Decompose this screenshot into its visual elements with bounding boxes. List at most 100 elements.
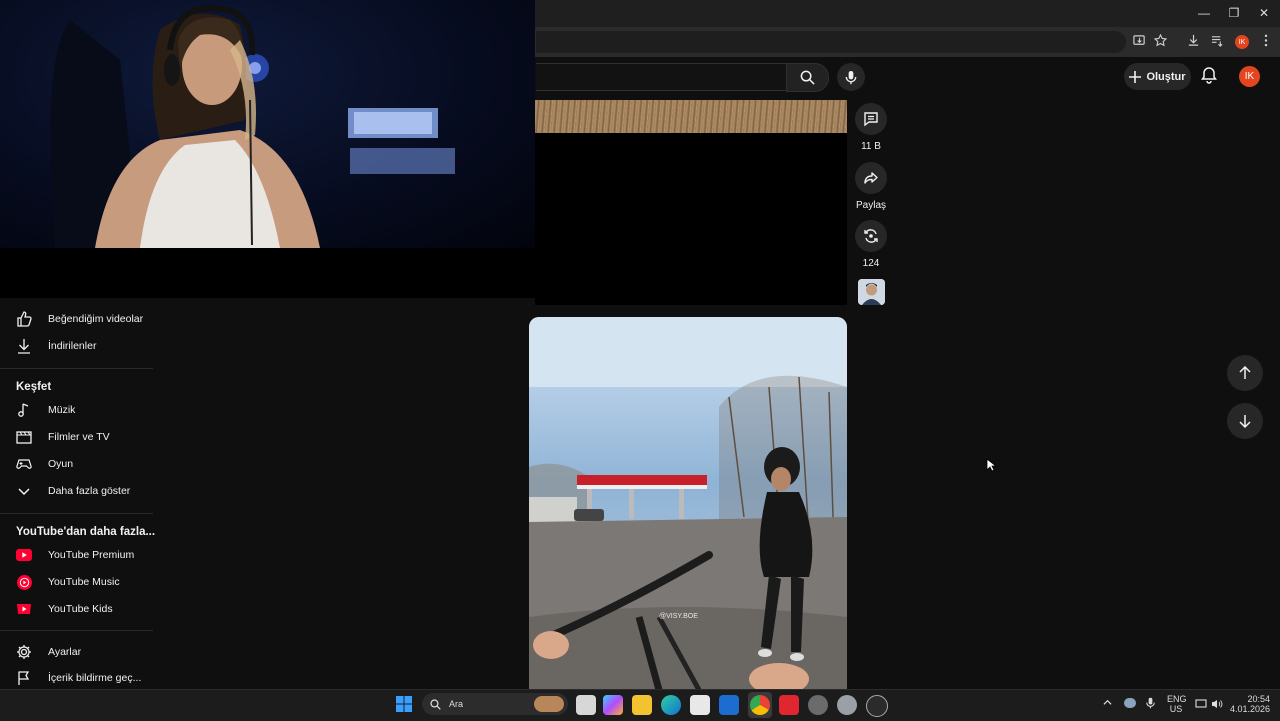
thumb-up-icon bbox=[16, 311, 32, 327]
app-lightbulb-icon[interactable] bbox=[866, 695, 888, 717]
sidebar-item-youtube-kids[interactable]: YouTube Kids bbox=[0, 596, 153, 622]
comment-icon bbox=[864, 112, 878, 127]
short-video-previous[interactable] bbox=[535, 100, 847, 305]
close-button[interactable]: ✕ bbox=[1252, 4, 1276, 22]
share-button[interactable] bbox=[855, 162, 887, 194]
install-app-icon[interactable] bbox=[1131, 34, 1147, 50]
microsoft-store-icon[interactable] bbox=[690, 695, 710, 715]
sidebar-item-label: Müzik bbox=[48, 404, 76, 416]
sidebar-item-label: Filmler ve TV bbox=[48, 431, 110, 443]
settings-gear-taskbar-icon[interactable] bbox=[837, 695, 857, 715]
browser-profile-avatar[interactable]: IK bbox=[1235, 35, 1249, 49]
clock-date: 4.01.2026 bbox=[1230, 704, 1271, 714]
sidebar-item-report-history[interactable]: İçerik bildirme geç... bbox=[0, 665, 153, 691]
previous-short-button[interactable] bbox=[1227, 355, 1263, 391]
mail-icon[interactable] bbox=[719, 695, 739, 715]
sidebar-section-more-title: YouTube'dan daha fazla... bbox=[16, 526, 156, 538]
download-icon bbox=[16, 338, 32, 354]
short-video-frame bbox=[529, 317, 847, 690]
taskbar-clock[interactable]: 20:54 4.01.2026 bbox=[1230, 694, 1270, 714]
sidebar-item-label: Daha fazla göster bbox=[48, 485, 131, 497]
sidebar-item-youtube-premium[interactable]: YouTube Premium bbox=[0, 542, 153, 568]
webcam-feed-image bbox=[50, 4, 455, 248]
copilot-icon[interactable] bbox=[603, 695, 623, 715]
app-gray-icon[interactable] bbox=[808, 695, 828, 715]
search-icon bbox=[430, 698, 441, 710]
sidebar-item-label: Beğendiğim videolar bbox=[48, 313, 144, 325]
youtube-kids-icon bbox=[16, 601, 32, 617]
sidebar-item-label: Oyun bbox=[48, 458, 74, 470]
remix-icon bbox=[864, 229, 878, 243]
onedrive-icon[interactable] bbox=[1124, 698, 1136, 708]
short-video-current[interactable]: @VISY.BOE bbox=[529, 317, 847, 690]
app-red-icon[interactable] bbox=[779, 695, 799, 715]
chevron-down-icon bbox=[16, 483, 32, 499]
taskbar-search[interactable]: Ara bbox=[422, 693, 568, 715]
edge-icon[interactable] bbox=[661, 695, 681, 715]
flag-icon bbox=[16, 670, 32, 686]
sidebar-item-gaming[interactable]: Oyun bbox=[0, 451, 153, 477]
webcam-overlay-bottom bbox=[0, 248, 535, 298]
comments-button[interactable] bbox=[855, 103, 887, 135]
sidebar-divider bbox=[0, 513, 153, 514]
address-bar[interactable] bbox=[536, 31, 1126, 53]
search-input[interactable] bbox=[536, 63, 787, 91]
mouse-cursor-icon bbox=[986, 458, 998, 475]
share-label: Paylaş bbox=[855, 200, 886, 211]
gamepad-icon bbox=[16, 456, 32, 472]
sidebar-section-explore-title: Keşfet bbox=[16, 381, 52, 393]
music-note-icon bbox=[16, 402, 32, 418]
create-button[interactable]: Oluştur bbox=[1124, 63, 1191, 90]
sidebar-item-liked-videos[interactable]: Beğendiğim videolar bbox=[0, 306, 153, 332]
microphone-icon bbox=[845, 70, 857, 84]
language-indicator[interactable]: ENG US bbox=[1167, 694, 1187, 714]
sidebar-item-label: YouTube Music bbox=[48, 576, 120, 588]
sidebar-item-music[interactable]: Müzik bbox=[0, 397, 153, 423]
create-button-label: Oluştur bbox=[1146, 70, 1186, 83]
microphone-tray-icon[interactable] bbox=[1146, 697, 1155, 712]
arrow-down-icon bbox=[1239, 415, 1251, 428]
bookmark-star-icon[interactable] bbox=[1152, 33, 1168, 50]
share-icon bbox=[864, 172, 878, 184]
network-icon[interactable] bbox=[1195, 698, 1207, 712]
search-button[interactable] bbox=[786, 63, 829, 92]
minimize-button[interactable]: — bbox=[1192, 4, 1216, 22]
share-action[interactable]: Paylaş bbox=[855, 162, 887, 211]
youtube-premium-icon bbox=[16, 547, 32, 563]
sidebar-item-label: YouTube Premium bbox=[48, 549, 135, 561]
volume-icon[interactable] bbox=[1211, 698, 1223, 712]
comments-action[interactable]: 11 B bbox=[855, 103, 887, 152]
search-icon bbox=[800, 70, 815, 85]
media-queue-icon[interactable] bbox=[1209, 34, 1225, 50]
windows-start-icon[interactable] bbox=[396, 696, 412, 715]
film-icon bbox=[16, 429, 32, 445]
remix-action[interactable]: 124 bbox=[855, 220, 887, 269]
file-explorer-icon[interactable] bbox=[632, 695, 652, 715]
region-code: US bbox=[1169, 704, 1183, 714]
downloads-icon[interactable] bbox=[1185, 34, 1201, 50]
chrome-icon[interactable] bbox=[750, 695, 770, 715]
next-short-button[interactable] bbox=[1227, 403, 1263, 439]
tray-overflow-chevron-icon[interactable] bbox=[1103, 698, 1112, 709]
sidebar-item-label: İçerik bildirme geç... bbox=[48, 672, 142, 684]
sidebar-item-movies-tv[interactable]: Filmler ve TV bbox=[0, 424, 153, 450]
notifications-bell-icon[interactable] bbox=[1200, 66, 1220, 86]
sidebar-item-youtube-music[interactable]: YouTube Music bbox=[0, 569, 153, 595]
sidebar-item-show-more[interactable]: Daha fazla göster bbox=[0, 478, 153, 504]
remix-button[interactable] bbox=[855, 220, 887, 252]
voice-search-button[interactable] bbox=[837, 63, 865, 91]
language-code: ENG bbox=[1167, 694, 1187, 704]
short-thumbnail-grass bbox=[535, 100, 847, 133]
webcam-overlay bbox=[0, 0, 535, 248]
youtube-account-avatar[interactable]: IK bbox=[1239, 66, 1260, 87]
task-view-icon[interactable] bbox=[576, 695, 596, 715]
channel-avatar-thumbnail[interactable] bbox=[858, 279, 885, 305]
plus-icon bbox=[1129, 70, 1142, 83]
restore-button[interactable]: ❐ bbox=[1222, 4, 1246, 22]
sidebar-item-downloads[interactable]: İndirilenler bbox=[0, 333, 153, 359]
gear-icon bbox=[16, 644, 32, 660]
browser-menu-icon[interactable] bbox=[1258, 34, 1274, 50]
clock-time: 20:54 bbox=[1247, 694, 1270, 704]
sidebar-item-label: YouTube Kids bbox=[48, 603, 113, 615]
sidebar-item-settings[interactable]: Ayarlar bbox=[0, 639, 153, 665]
